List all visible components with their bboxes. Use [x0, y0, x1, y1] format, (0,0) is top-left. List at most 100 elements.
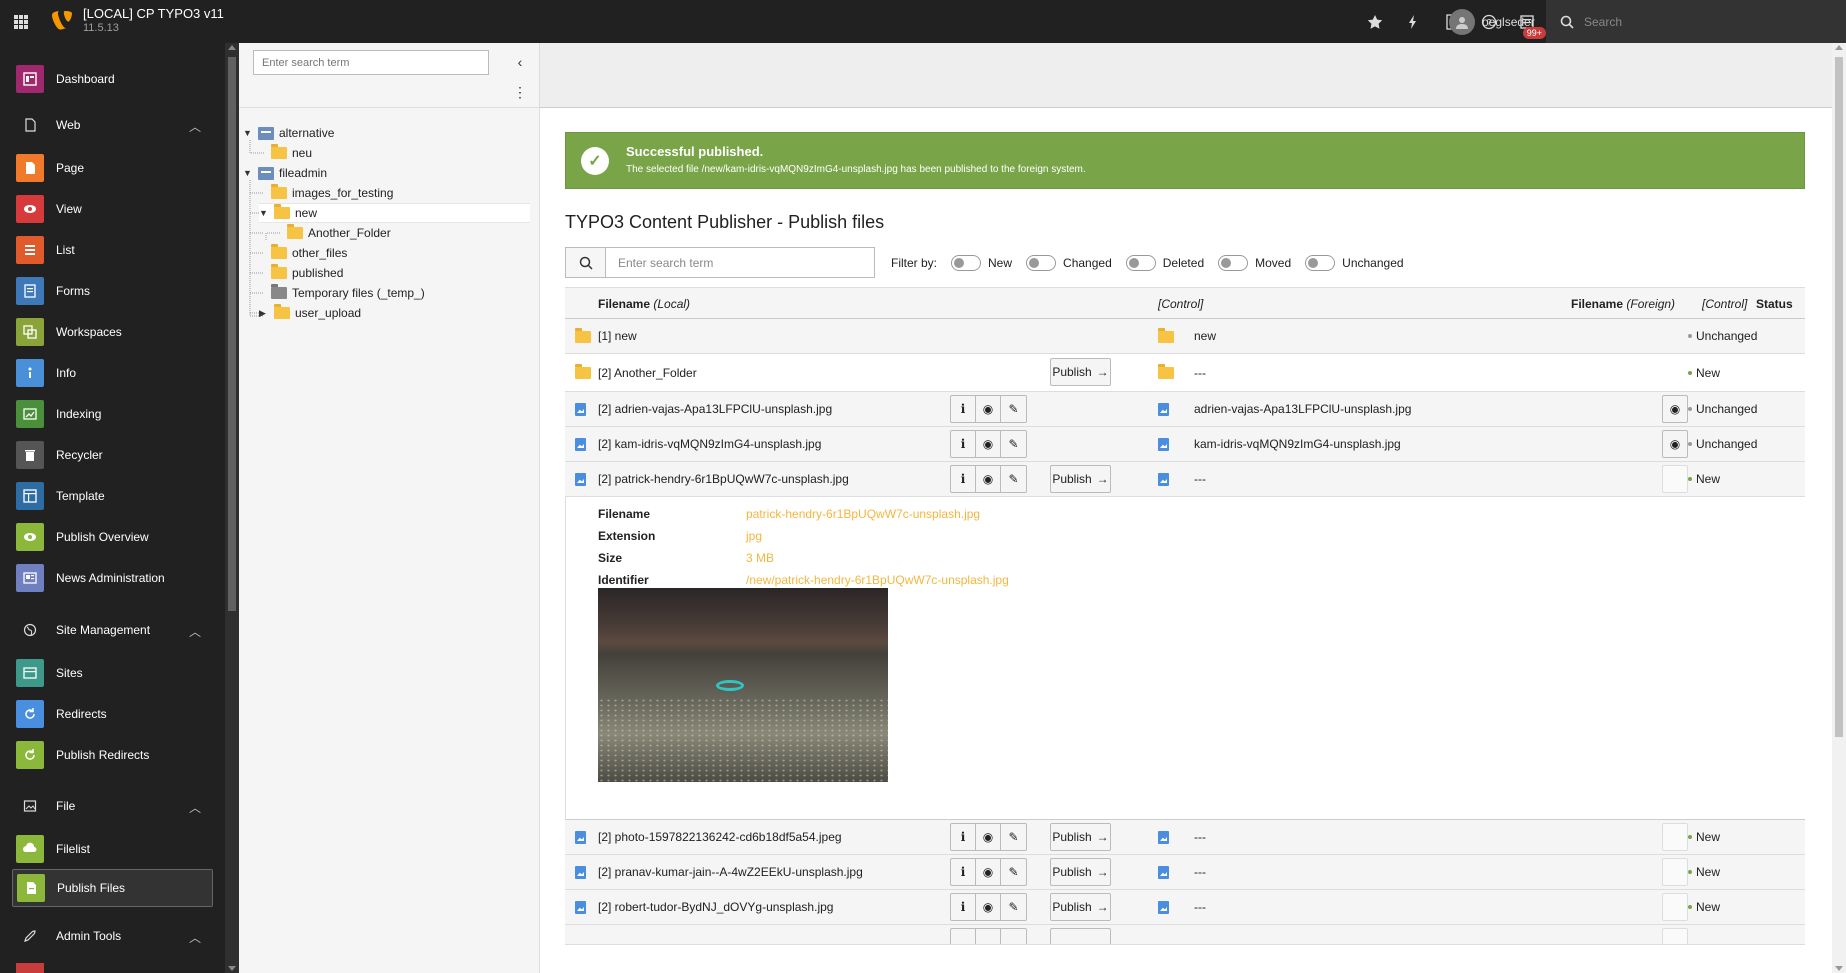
module-info[interactable]: Info [12, 354, 213, 392]
bookmark-button[interactable] [1356, 0, 1394, 43]
module-indexing[interactable]: Indexing [12, 395, 213, 433]
module-group-site-management[interactable]: Site Management ︿ [12, 615, 213, 645]
edit-button[interactable]: ✎ [1001, 859, 1026, 885]
edit-button[interactable]: ✎ [1001, 466, 1026, 492]
foreign-preview-button[interactable]: ◉ [1662, 395, 1688, 423]
toggle-switch[interactable] [1218, 255, 1249, 271]
module-publish-files[interactable]: Publish Files [12, 869, 213, 907]
module-list[interactable]: List [12, 231, 213, 269]
edit-button[interactable]: ✎ [1001, 431, 1026, 457]
module-news-administration[interactable]: News Administration [12, 559, 213, 597]
filter-deleted-toggle[interactable]: Deleted [1125, 255, 1204, 271]
preview-button[interactable]: ◉ [976, 466, 1001, 492]
publish-button[interactable]: Publish → [1050, 858, 1111, 886]
module-menu-scrollbar[interactable] [225, 43, 239, 973]
module-dashboard[interactable]: Dashboard [12, 60, 213, 98]
tree-node-fileadmin[interactable]: ▼ fileadmin [243, 163, 327, 183]
table-row[interactable] [565, 925, 1805, 945]
edit-button[interactable]: ✎ [1001, 894, 1026, 920]
module-view[interactable]: View [12, 190, 213, 228]
apps-menu-button[interactable] [0, 0, 41, 43]
tree-node-other-files[interactable]: other_files [271, 243, 347, 263]
search-button[interactable] [566, 248, 606, 277]
tree-node-temp[interactable]: Temporary files (_temp_) [271, 283, 425, 303]
tree-node-new[interactable]: ▼ new [259, 203, 530, 223]
publish-button[interactable]: Publish → [1050, 358, 1111, 386]
preview-button[interactable] [976, 929, 1001, 944]
toggle-switch[interactable] [1305, 255, 1336, 271]
toggle-switch[interactable] [1026, 255, 1057, 271]
info-button[interactable]: i [951, 466, 976, 492]
publish-button[interactable]: Publish → [1050, 893, 1111, 921]
toggle-switch[interactable] [1125, 255, 1156, 271]
scrollbar-thumb[interactable] [1835, 57, 1843, 737]
expand-toggle-icon[interactable]: ▼ [259, 208, 269, 218]
expand-toggle-icon[interactable]: ▼ [243, 128, 253, 138]
filter-changed-toggle[interactable]: Changed [1026, 255, 1112, 271]
info-button[interactable]: i [951, 859, 976, 885]
info-button[interactable] [951, 929, 976, 944]
publish-button[interactable] [1050, 928, 1111, 944]
module-template[interactable]: Template [12, 477, 213, 515]
module-partial[interactable] [12, 963, 213, 973]
module-page[interactable]: Page [12, 149, 213, 187]
main-scrollbar[interactable] [1832, 43, 1846, 973]
info-button[interactable]: i [951, 431, 976, 457]
module-redirects[interactable]: Redirects [12, 695, 213, 733]
live-search-input[interactable] [1584, 14, 1804, 29]
info-button[interactable]: i [951, 824, 976, 850]
publish-button[interactable]: Publish → [1050, 823, 1111, 851]
module-forms[interactable]: Forms [12, 272, 213, 310]
tree-node-another-folder[interactable]: Another_Folder [287, 223, 391, 243]
tree-node-published[interactable]: published [271, 263, 343, 283]
filter-unchanged-toggle[interactable]: Unchanged [1305, 255, 1404, 271]
preview-button[interactable]: ◉ [976, 431, 1001, 457]
module-recycler[interactable]: Recycler [12, 436, 213, 474]
module-sites[interactable]: Sites [12, 654, 213, 692]
tree-node-label: Temporary files (_temp_) [292, 286, 425, 300]
preview-button[interactable]: ◉ [976, 859, 1001, 885]
image-file-icon [575, 901, 586, 914]
table-row[interactable]: [2] photo-1597822136242-cd6b18df5a54.jpe… [565, 820, 1805, 855]
module-publish-redirects[interactable]: Publish Redirects [12, 736, 213, 774]
tree-node-alternative[interactable]: ▼ alternative [243, 123, 334, 143]
filter-moved-toggle[interactable]: Moved [1218, 255, 1291, 271]
module-group-file[interactable]: File ︿ [12, 791, 213, 821]
module-publish-overview[interactable]: Publish Overview [12, 518, 213, 556]
module-group-web[interactable]: Web ︿ [12, 110, 213, 140]
module-label: Forms [56, 284, 90, 298]
table-row[interactable]: [2] kam-idris-vqMQN9zImG4-unsplash.jpg i… [565, 427, 1805, 462]
edit-button[interactable]: ✎ [1001, 396, 1026, 422]
user-menu[interactable]: oeglseder [1449, 0, 1535, 43]
info-button[interactable]: i [951, 894, 976, 920]
collapsed-toggle-icon[interactable]: ▶ [259, 308, 269, 319]
tree-node-images-for-testing[interactable]: images_for_testing [271, 183, 393, 203]
module-group-admin-tools[interactable]: Admin Tools ︿ [12, 921, 213, 951]
table-row[interactable]: [2] adrien-vajas-Apa13LFPClU-unsplash.jp… [565, 392, 1805, 427]
typo3-logo[interactable] [52, 10, 72, 32]
table-row[interactable]: [2] robert-tudor-BydNJ_dOVYg-unsplash.jp… [565, 890, 1805, 925]
expand-toggle-icon[interactable]: ▼ [243, 168, 253, 178]
toggle-switch[interactable] [951, 255, 982, 271]
preview-button[interactable]: ◉ [976, 824, 1001, 850]
table-row[interactable]: [2] Another_Folder Publish → --- New [565, 354, 1805, 392]
image-file-icon [1158, 438, 1169, 451]
search-input[interactable] [606, 248, 874, 277]
filter-new-toggle[interactable]: New [951, 255, 1012, 271]
table-row[interactable]: [2] patrick-hendry-6r1BpUQwW7c-unsplash.… [565, 462, 1805, 497]
foreign-preview-button[interactable]: ◉ [1662, 430, 1688, 458]
scrollbar-thumb[interactable] [228, 57, 236, 611]
preview-button[interactable]: ◉ [976, 894, 1001, 920]
tree-node-user-upload[interactable]: ▶ user_upload [259, 303, 361, 323]
info-button[interactable]: i [951, 396, 976, 422]
tree-node-neu[interactable]: neu [271, 143, 312, 163]
preview-button[interactable]: ◉ [976, 396, 1001, 422]
edit-button[interactable]: ✎ [1001, 824, 1026, 850]
clear-cache-button[interactable] [1394, 0, 1432, 43]
module-workspaces[interactable]: Workspaces [12, 313, 213, 351]
table-row[interactable]: [2] pranav-kumar-jain--A-4wZ2EEkU-unspla… [565, 855, 1805, 890]
publish-button[interactable]: Publish → [1050, 465, 1111, 493]
edit-button[interactable] [1001, 929, 1026, 944]
table-row[interactable]: [1] new new Unchanged [565, 319, 1805, 354]
module-filelist[interactable]: Filelist [12, 830, 213, 868]
